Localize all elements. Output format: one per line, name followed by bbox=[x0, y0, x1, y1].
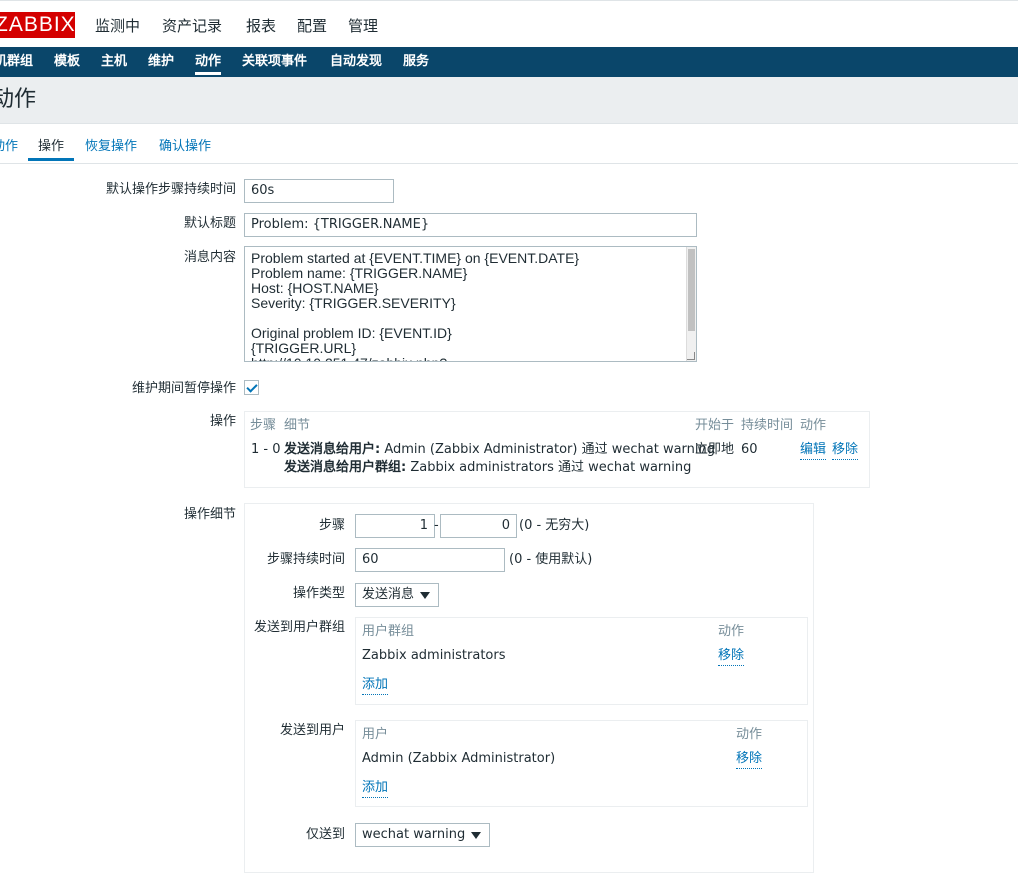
menu-inventory[interactable]: 资产记录 bbox=[162, 16, 222, 36]
message-scrollbar[interactable] bbox=[686, 247, 696, 361]
operation-details-panel: 步骤 1 - 0 (0 - 无穷大) 步骤持续时间 60 (0 - 使用默认) … bbox=[244, 503, 814, 873]
operation-duration: 60 bbox=[741, 442, 758, 457]
step-from-input[interactable]: 1 bbox=[355, 514, 435, 538]
top-header: ZABBIX 监测中 资产记录 报表 配置 管理 bbox=[0, 0, 1018, 47]
operation-type-label: 操作类型 bbox=[292, 586, 345, 601]
default-message-label: 消息内容 bbox=[183, 250, 236, 265]
page-title: 动作 bbox=[0, 87, 37, 112]
tab-operations[interactable]: 操作 bbox=[28, 138, 75, 161]
header-user: 用户 bbox=[362, 727, 389, 742]
operation-edit-link[interactable]: 编辑 bbox=[800, 441, 827, 460]
subnav-actions[interactable]: 动作 bbox=[195, 53, 222, 75]
default-subject-label: 默认标题 bbox=[183, 216, 236, 231]
tab-recovery-operations[interactable]: 恢复操作 bbox=[85, 138, 137, 156]
add-user-group-link[interactable]: 添加 bbox=[362, 676, 389, 695]
menu-configuration[interactable]: 配置 bbox=[297, 16, 327, 36]
textarea-resize-handle[interactable] bbox=[687, 352, 695, 360]
step-duration-input[interactable]: 60 bbox=[355, 548, 505, 572]
subnav-hosts[interactable]: 主机 bbox=[101, 53, 127, 71]
remove-user-link[interactable]: 移除 bbox=[736, 750, 763, 769]
menu-reports[interactable]: 报表 bbox=[246, 16, 276, 36]
operation-steps: 1 - 0 bbox=[251, 442, 281, 457]
sub-navigation: 机群组 模板 主机 维护 动作 关联项事件 自动发现 服务 bbox=[0, 47, 1018, 77]
subnav-maintenance[interactable]: 维护 bbox=[148, 53, 174, 71]
pause-in-maintenance-checkbox[interactable] bbox=[244, 380, 259, 395]
subnav-discovery[interactable]: 自动发现 bbox=[330, 53, 382, 71]
step-duration-hint: (0 - 使用默认) bbox=[509, 552, 593, 567]
operations-label: 操作 bbox=[209, 414, 236, 429]
form-tabs: 动作 操作 恢复操作 确认操作 bbox=[0, 124, 1018, 164]
pause-in-maintenance-label: 维护期间暂停操作 bbox=[131, 381, 236, 396]
default-message-textarea[interactable]: Problem started at {EVENT.TIME} on {EVEN… bbox=[244, 246, 697, 362]
steps-label: 步骤 bbox=[318, 518, 345, 533]
steps-hint: (0 - 无穷大) bbox=[519, 518, 590, 533]
send-to-user-groups-label: 发送到用户群组 bbox=[253, 620, 345, 635]
default-step-duration-input[interactable]: 60s bbox=[244, 179, 394, 203]
user-group-name: Zabbix administrators bbox=[362, 648, 506, 663]
default-step-duration-label: 默认操作步骤持续时间 bbox=[105, 182, 236, 197]
header-steps: 步骤 bbox=[250, 418, 277, 433]
header-user-action: 动作 bbox=[736, 727, 763, 742]
chevron-down-icon bbox=[471, 832, 482, 839]
subnav-templates[interactable]: 模板 bbox=[54, 53, 80, 71]
default-message-text: Problem started at {EVENT.TIME} on {EVEN… bbox=[251, 250, 580, 362]
zabbix-logo[interactable]: ZABBIX bbox=[0, 12, 75, 38]
chevron-down-icon bbox=[420, 592, 431, 599]
operation-detail-line-1: 发送消息给用户: Admin (Zabbix Administrator) 通过… bbox=[284, 442, 716, 457]
header-duration: 持续时间 bbox=[741, 418, 794, 433]
send-to-users-label: 发送到用户 bbox=[279, 723, 345, 738]
subnav-services[interactable]: 服务 bbox=[403, 53, 429, 71]
message-scrollbar-thumb[interactable] bbox=[688, 249, 695, 331]
operation-details-label: 操作细节 bbox=[183, 507, 236, 522]
users-table: 用户 动作 Admin (Zabbix Administrator) 移除 添加 bbox=[355, 720, 808, 807]
header-user-group: 用户群组 bbox=[362, 624, 415, 639]
subnav-event-correlation[interactable]: 关联项事件 bbox=[242, 53, 307, 71]
menu-administration[interactable]: 管理 bbox=[348, 16, 378, 36]
page-header: 动作 bbox=[0, 77, 1018, 124]
send-only-to-label: 仅送到 bbox=[305, 827, 345, 842]
operation-detail-line-2: 发送消息给用户群组: Zabbix administrators 通过 wech… bbox=[284, 460, 692, 475]
send-only-to-select[interactable]: wechat warning bbox=[355, 823, 491, 847]
step-to-input[interactable]: 0 bbox=[440, 514, 517, 538]
subnav-host-groups[interactable]: 机群组 bbox=[0, 53, 33, 71]
step-range-separator: - bbox=[434, 518, 439, 533]
user-groups-table: 用户群组 动作 Zabbix administrators 移除 添加 bbox=[355, 617, 808, 705]
operation-type-select[interactable]: 发送消息 bbox=[355, 583, 440, 607]
operation-remove-link[interactable]: 移除 bbox=[832, 441, 859, 460]
user-name: Admin (Zabbix Administrator) bbox=[362, 751, 556, 766]
operation-start-in: 立即地 bbox=[695, 442, 735, 457]
remove-user-group-link[interactable]: 移除 bbox=[718, 647, 745, 666]
tab-action[interactable]: 动作 bbox=[0, 138, 18, 156]
step-duration-label: 步骤持续时间 bbox=[266, 552, 345, 567]
header-group-action: 动作 bbox=[718, 624, 745, 639]
menu-monitoring[interactable]: 监测中 bbox=[95, 16, 140, 36]
add-user-link[interactable]: 添加 bbox=[362, 779, 389, 798]
header-details: 细节 bbox=[284, 418, 311, 433]
default-subject-input[interactable]: Problem: {TRIGGER.NAME} bbox=[244, 213, 697, 237]
tab-acknowledge-operations[interactable]: 确认操作 bbox=[159, 138, 211, 156]
operations-table: 步骤 细节 开始于 持续时间 动作 1 - 0 发送消息给用户: Admin (… bbox=[244, 411, 870, 488]
header-start-in: 开始于 bbox=[695, 418, 735, 433]
header-action: 动作 bbox=[800, 418, 827, 433]
